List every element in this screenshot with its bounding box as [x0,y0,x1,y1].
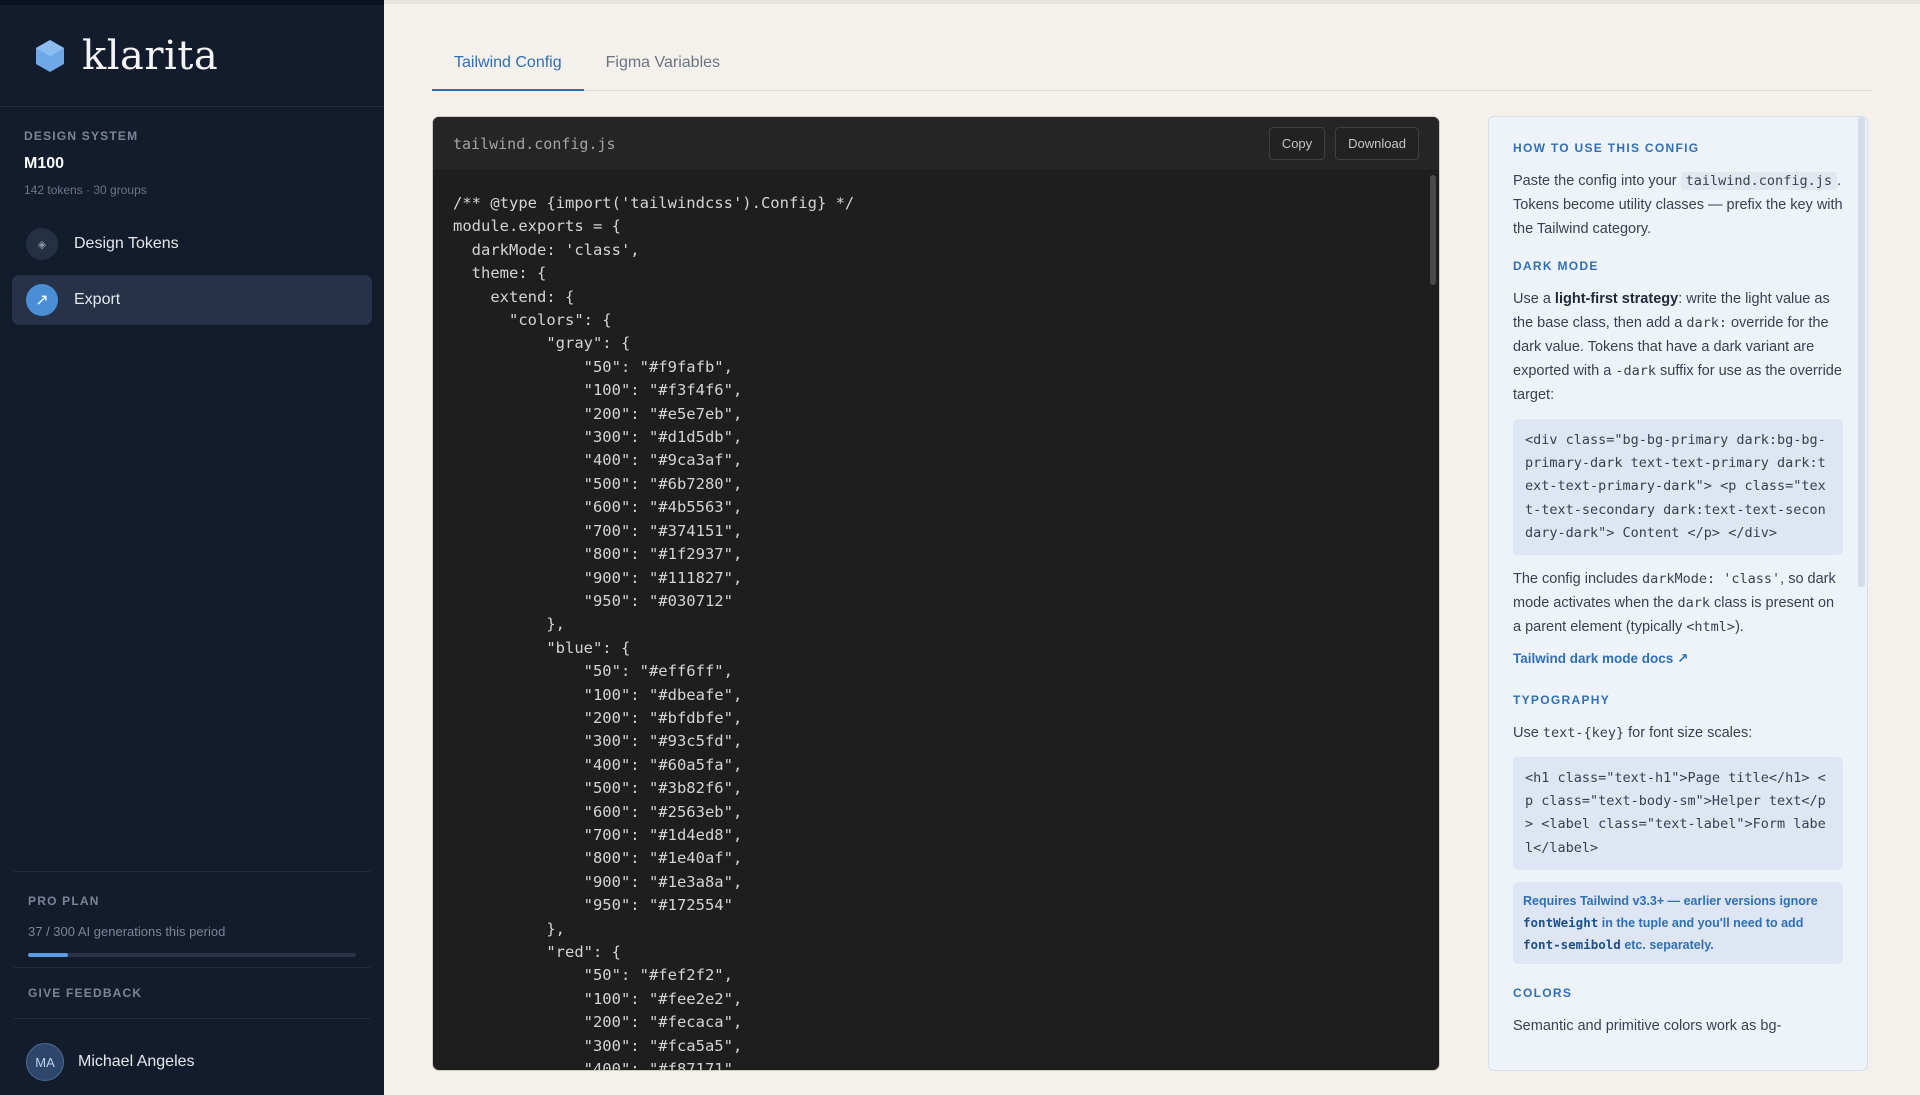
copy-button[interactable]: Copy [1268,127,1326,160]
design-system-meta: 142 tokens · 30 groups [24,183,147,197]
design-system-name: M100 [24,155,65,172]
typography-description: Use text-{key} for font size scales: [1513,721,1843,745]
code-content: /** @type {import('tailwindcss').Config}… [453,194,855,1070]
text: etc. separately. [1620,937,1714,952]
code-header: tailwind.config.js Copy Download [433,117,1439,171]
design-system-info: DESIGN SYSTEM M100 142 tokens · 30 group… [0,107,384,197]
design-system-label: DESIGN SYSTEM [24,129,139,143]
colors-description: Semantic and primitive colors work as bg… [1513,1017,1782,1034]
help-intro-text: Paste the config into your [1513,173,1681,189]
avatar: MA [26,1043,64,1081]
code-filename: tailwind.config.js [453,134,616,153]
dark-mode-snippet[interactable]: <div class="bg-bg-primary dark:bg-bg-pri… [1513,419,1843,556]
dark-mode-docs-link[interactable]: Tailwind dark mode docs ↗ [1513,651,1843,667]
hexagon-logo-icon [36,39,64,72]
dark-mode-description: Use a light-first strategy: write the li… [1513,287,1843,407]
inline-code: <html> [1686,619,1736,636]
sidebar-item-label: Export [74,291,121,308]
inline-code: fontWeight [1523,914,1599,930]
arrow-up-right-icon: ↗ [26,284,58,316]
export-tabs: Tailwind Config Figma Variables [432,46,1872,91]
code-panel: tailwind.config.js Copy Download /** @ty… [432,116,1440,1071]
dark-mode-title: DARK MODE [1513,259,1599,273]
plan-progress-fill [28,953,69,957]
code-scrollbar[interactable] [1430,175,1436,285]
sidebar-nav: ◈ Design Tokens ↗ Export [0,219,384,325]
brand[interactable]: klarita [0,5,384,107]
tab-figma-variables[interactable]: Figma Variables [584,46,742,91]
help-scrollbar[interactable] [1858,117,1865,587]
user-name: Michael Angeles [78,1053,195,1070]
inline-code: dark: [1686,315,1727,331]
sidebar-item-export[interactable]: ↗ Export [12,275,372,325]
plan-usage: 37 / 300 AI generations this period [28,924,226,939]
colors-title: COLORS [1513,985,1573,1000]
sidebar-item-design-tokens[interactable]: ◈ Design Tokens [12,219,372,269]
text: The config includes [1513,571,1642,588]
plan-section: PRO PLAN 37 / 300 AI generations this pe… [14,871,370,957]
inline-code: text-{key} [1542,725,1625,742]
code-body[interactable]: /** @type {import('tailwindcss').Config}… [433,172,1439,1070]
user-profile[interactable]: MA Michael Angeles [26,1043,195,1081]
sidebar: klarita DESIGN SYSTEM M100 142 tokens · … [0,0,384,1095]
feedback-section: GIVE FEEDBACK [14,967,370,1019]
download-button[interactable]: Download [1335,127,1419,160]
sidebar-item-label: Design Tokens [74,235,179,252]
text: Use [1513,725,1543,742]
text: Use a [1513,291,1555,307]
inline-code: -dark [1615,363,1657,379]
typography-title: TYPOGRAPHY [1513,693,1611,708]
code-actions: Copy Download [1268,127,1419,160]
tailwind-version-note: Requires Tailwind v3.3+ — earlier versio… [1513,881,1843,964]
inline-code: dark [1677,595,1710,612]
inline-code: darkMode: 'class' [1641,571,1781,588]
diamond-icon: ◈ [26,228,58,260]
give-feedback-link[interactable]: GIVE FEEDBACK [28,986,356,1000]
tab-tailwind-config[interactable]: Tailwind Config [432,46,584,91]
text: in the tuple and you'll need to add [1598,915,1804,930]
text-strong: light-first strategy [1554,291,1679,307]
help-title: HOW TO USE THIS CONFIG [1513,141,1700,155]
typography-snippet[interactable]: <h1 class="text-h1">Page title</h1> <p c… [1513,757,1843,870]
help-panel: HOW TO USE THIS CONFIG Paste the config … [1488,116,1868,1071]
brand-name: klarita [82,32,219,79]
dark-mode-note: The config includes darkMode: 'class', s… [1513,567,1843,639]
inline-code: font-semibold [1523,936,1621,952]
plan-progress-bar [28,953,356,957]
text: for font size scales: [1624,725,1753,742]
main-content: Tailwind Config Figma Variables tailwind… [384,0,1920,1095]
plan-label: PRO PLAN [28,894,100,908]
help-intro: Paste the config into your tailwind.conf… [1513,169,1843,241]
text: Requires Tailwind v3.3+ — earlier versio… [1523,893,1818,908]
help-intro-code: tailwind.config.js [1680,172,1837,190]
text: ). [1735,619,1744,636]
